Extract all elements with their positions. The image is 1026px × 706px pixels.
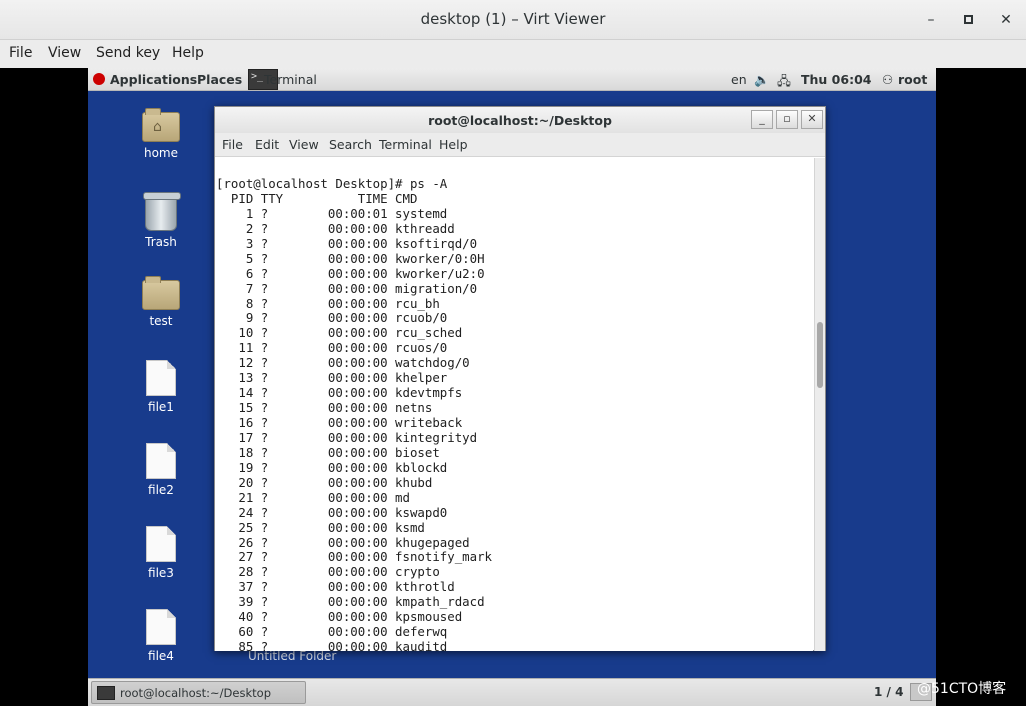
terminal-line: 20 ? 00:00:00 khubd — [216, 474, 433, 490]
terminal-line: 28 ? 00:00:00 crypto — [216, 564, 440, 580]
guest-bottom-panel: root@localhost:~/Desktop 1 / 4 — [88, 678, 936, 706]
terminal-line: 2 ? 00:00:00 kthreadd — [216, 220, 455, 236]
redhat-logo-icon — [93, 73, 105, 85]
terminal-close-button[interactable]: ✕ — [801, 110, 823, 129]
desktop-icon-file2[interactable]: file2 — [133, 443, 189, 497]
terminal-line: 3 ? 00:00:00 ksoftirqd/0 — [216, 235, 478, 251]
terminal-line: 37 ? 00:00:00 kthrotld — [216, 579, 455, 595]
terminal-line: 16 ? 00:00:00 writeback — [216, 415, 463, 430]
terminal-line: PID TTY TIME CMD — [216, 190, 418, 206]
terminal-line: 24 ? 00:00:00 kswapd0 — [216, 504, 448, 520]
terminal-menu-edit[interactable]: Edit — [255, 137, 279, 152]
guest-display[interactable]: Applications Places >_ Terminal en 🔈 🖧 T… — [88, 68, 936, 706]
applications-menu[interactable]: Applications — [110, 72, 197, 87]
desktop-icon-label: file3 — [148, 566, 174, 580]
menu-help[interactable]: Help — [172, 45, 204, 61]
menu-view[interactable]: View — [48, 45, 81, 61]
terminal-menu-help[interactable]: Help — [439, 137, 468, 152]
terminal-scrollbar[interactable] — [814, 158, 825, 651]
terminal-menu-search[interactable]: Search — [329, 137, 372, 152]
terminal-line: 17 ? 00:00:00 kintegrityd — [216, 429, 478, 445]
file-icon — [146, 526, 176, 562]
scrollbar-thumb[interactable] — [817, 322, 823, 388]
terminal-menu-file[interactable]: File — [222, 137, 243, 152]
file-icon — [146, 609, 176, 645]
terminal-line: 15 ? 00:00:00 netns — [216, 400, 433, 416]
terminal-maximize-button[interactable]: ▫ — [776, 110, 798, 129]
desktop-icon-label: file4 — [148, 649, 174, 663]
terminal-line: 13 ? 00:00:00 khelper — [216, 370, 448, 386]
terminal-line: 19 ? 00:00:00 kblockd — [216, 459, 448, 475]
terminal-titlebar[interactable]: root@localhost:~/Desktop _ ▫ ✕ — [215, 107, 825, 133]
terminal-line: 10 ? 00:00:00 rcu_sched — [216, 325, 463, 341]
home-folder-icon: ⌂ — [142, 108, 180, 142]
terminal-line: 9 ? 00:00:00 rcuob/0 — [216, 310, 448, 326]
terminal-line: 18 ? 00:00:00 bioset — [216, 444, 440, 460]
watermark: @51CTO博客 — [917, 681, 1007, 697]
terminal-line: 11 ? 00:00:00 rcuos/0 — [216, 340, 448, 356]
terminal-menu-view[interactable]: View — [289, 137, 319, 152]
terminal-line: [root@localhost Desktop]# ps -A — [216, 176, 448, 191]
terminal-line: 14 ? 00:00:00 kdevtmpfs — [216, 385, 463, 401]
terminal-title: root@localhost:~/Desktop — [428, 113, 612, 128]
menubar: File View Send key Help — [0, 40, 1026, 68]
taskbar-terminal-button[interactable]: root@localhost:~/Desktop — [91, 681, 306, 704]
desktop-icon-label: home — [143, 146, 179, 160]
terminal-line: 40 ? 00:00:00 kpsmoused — [216, 609, 463, 625]
user-menu[interactable]: root — [898, 72, 927, 87]
desktop-icon-home[interactable]: ⌂ home — [133, 108, 189, 160]
terminal-line: 39 ? 00:00:00 kmpath_rdacd — [216, 594, 485, 610]
clock[interactable]: Thu 06:04 — [801, 72, 871, 87]
network-icon[interactable]: 🖧 — [777, 72, 791, 93]
terminal-line: 6 ? 00:00:00 kworker/u2:0 — [216, 265, 485, 281]
terminal-line: 12 ? 00:00:00 watchdog/0 — [216, 355, 470, 371]
terminal-minimize-button[interactable]: _ — [751, 110, 773, 129]
user-icon: ⚇ — [882, 72, 894, 87]
terminal-window[interactable]: root@localhost:~/Desktop _ ▫ ✕ File Edit… — [214, 106, 826, 651]
maximize-button[interactable] — [956, 8, 980, 32]
desktop-icon-label: Trash — [145, 235, 177, 249]
file-icon — [146, 443, 176, 479]
speaker-icon[interactable]: 🔈 — [754, 72, 770, 88]
menu-send-key[interactable]: Send key — [96, 45, 160, 61]
terminal-line: 27 ? 00:00:00 fsnotify_mark — [216, 549, 493, 565]
terminal-line: 7 ? 00:00:00 migration/0 — [216, 280, 478, 296]
language-indicator[interactable]: en — [731, 72, 747, 87]
close-button[interactable]: ✕ — [994, 8, 1018, 32]
terminal-icon — [97, 686, 115, 700]
window-title: desktop (1) – Virt Viewer — [420, 10, 606, 28]
file-icon — [146, 360, 176, 396]
terminal-menubar: File Edit View Search Terminal Help — [215, 133, 825, 157]
workspace-indicator[interactable]: 1 / 4 — [874, 685, 903, 699]
terminal-line: 5 ? 00:00:00 kworker/0:0H — [216, 250, 485, 266]
terminal-output[interactable]: [root@localhost Desktop]# ps -A PID TTY … — [215, 158, 813, 651]
maximize-icon — [963, 15, 973, 24]
desktop-icon-file1[interactable]: file1 — [133, 360, 189, 414]
desktop-icon-label: file1 — [148, 400, 174, 414]
taskbar-label: root@localhost:~/Desktop — [120, 686, 271, 700]
terminal-line: 25 ? 00:00:00 ksmd — [216, 519, 425, 535]
untitled-folder-label[interactable]: Untitled Folder — [248, 649, 336, 663]
desktop-icon-test[interactable]: test — [133, 276, 189, 328]
terminal-line: 85 ? 00:00:00 kauditd — [216, 639, 448, 651]
desktop-icon-file3[interactable]: file3 — [133, 526, 189, 580]
terminal-menu-terminal[interactable]: Terminal — [379, 137, 432, 152]
places-menu[interactable]: Places — [197, 72, 242, 87]
terminal-line: 26 ? 00:00:00 khugepaged — [216, 534, 470, 550]
window-titlebar[interactable]: desktop (1) – Virt Viewer – ✕ — [0, 0, 1026, 40]
terminal-task-label[interactable]: Terminal — [264, 72, 317, 87]
terminal-line: 1 ? 00:00:01 systemd — [216, 205, 448, 221]
terminal-line: 60 ? 00:00:00 deferwq — [216, 624, 448, 640]
minimize-button[interactable]: – — [919, 8, 943, 32]
menu-file[interactable]: File — [9, 45, 32, 61]
trash-icon — [143, 192, 181, 231]
desktop-icon-file4[interactable]: file4 — [133, 609, 189, 663]
desktop-icon-label: file2 — [148, 483, 174, 497]
guest-top-panel: Applications Places >_ Terminal en 🔈 🖧 T… — [88, 68, 936, 91]
desktop-icon-trash[interactable]: Trash — [133, 192, 189, 249]
terminal-line: 21 ? 00:00:00 md — [216, 489, 410, 505]
desktop-icon-label: test — [149, 314, 173, 328]
folder-icon — [142, 276, 180, 310]
terminal-line: 8 ? 00:00:00 rcu_bh — [216, 295, 440, 311]
